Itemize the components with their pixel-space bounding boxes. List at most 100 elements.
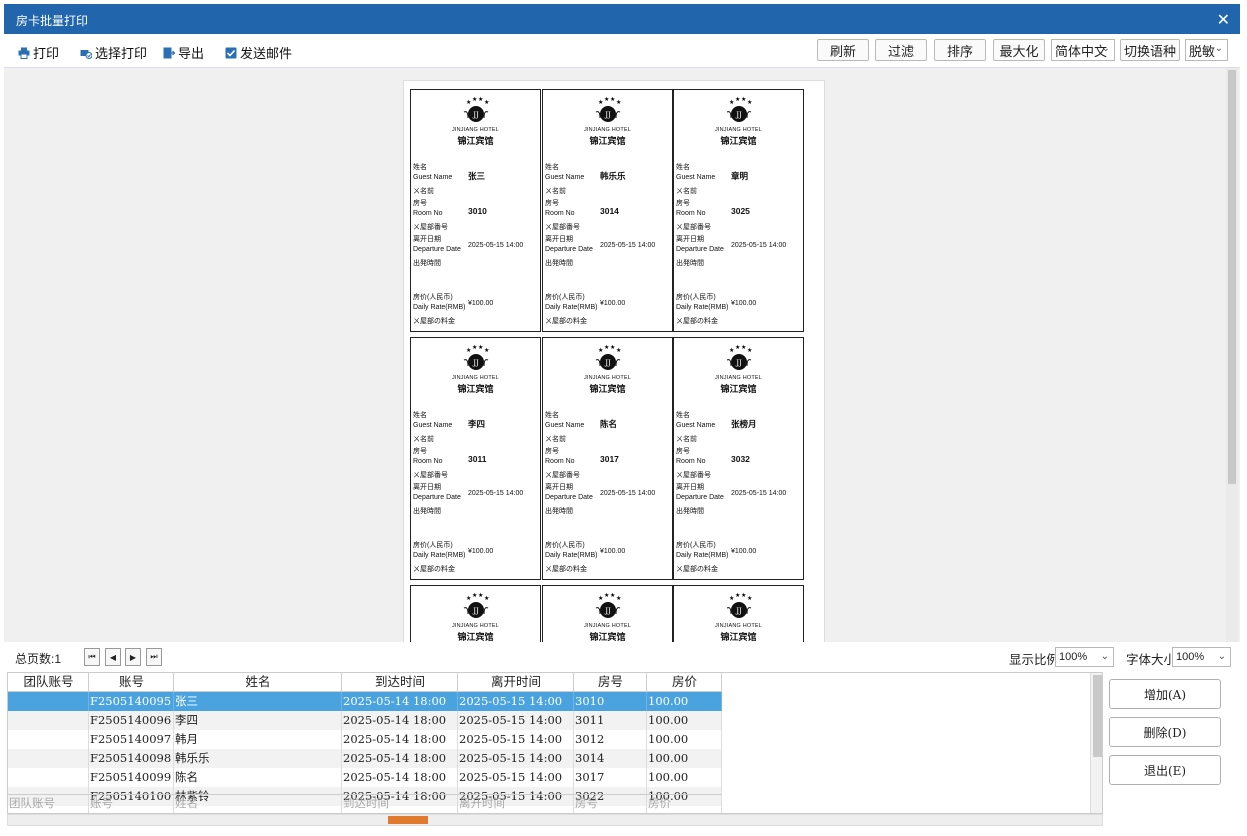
svg-text:★: ★ xyxy=(747,595,752,602)
maximize-button[interactable]: 最大化 xyxy=(993,39,1045,61)
svg-text:★: ★ xyxy=(729,99,734,106)
add-button[interactable]: 增加(A) xyxy=(1109,679,1221,709)
table-row-cell: 陈名 xyxy=(174,768,342,787)
refresh-button[interactable]: 刷新 xyxy=(817,39,869,61)
delete-button[interactable]: 删除(D) xyxy=(1109,717,1221,747)
last-page-button[interactable]: ⏭ xyxy=(146,648,162,666)
svg-text:★: ★ xyxy=(747,347,752,354)
send-mail-button[interactable]: 发送邮件 xyxy=(225,43,292,62)
table-row-cell: 100.00 xyxy=(647,768,722,787)
checkbox-checked-icon xyxy=(225,47,237,58)
card-rate: ¥100.00 xyxy=(731,548,757,555)
table-row[interactable]: F2505140099 陈名 2025-05-14 18:00 2025-05-15 … xyxy=(8,768,722,787)
card-label: Guest Name xyxy=(545,174,585,181)
card-label: 出発時間 xyxy=(545,508,573,515)
card-label: Daily Rate(RMB) xyxy=(676,304,729,311)
table-horizontal-scrollbar[interactable] xyxy=(7,814,1103,826)
page-bar: 总页数:1 ⏮ ◀ ▶ ⏭ 显示比例 100% ⌄ 字体大小 100% ⌄ xyxy=(4,642,1240,672)
table-row-cell: 2025-05-15 14:00 xyxy=(458,749,574,768)
table-row-cell: F2505140099 xyxy=(89,768,174,787)
table-header[interactable]: 团队账号 账号 姓名 到达时间 离开时间 房号 房价 xyxy=(8,673,722,692)
filter-button[interactable]: 过滤 xyxy=(875,39,927,61)
print-preview[interactable]: ★ ★ ★ ★ JJ JINJIANG HOTEL 锦江宾馆 姓名 Guest Name ㄨ名前房… xyxy=(4,68,1240,642)
sort-button[interactable]: 排序 xyxy=(934,39,986,61)
card-departure: 2025-05-15 14:00 xyxy=(600,490,656,497)
close-icon[interactable]: ✕ xyxy=(1217,10,1230,30)
table-row[interactable]: F2505140098 韩乐乐 2025-05-14 18:00 2025-05-15… xyxy=(8,749,722,768)
card-room: 3010 xyxy=(468,206,487,216)
card-label: Departure Date xyxy=(545,246,593,253)
svg-text:★: ★ xyxy=(472,344,477,351)
table-row-cell: 3010 xyxy=(574,692,647,711)
filter-row-cell: 团队账号 xyxy=(8,794,89,813)
printer-icon xyxy=(18,47,30,59)
card-label: Daily Rate(RMB) xyxy=(676,552,729,559)
mask-select[interactable]: 脱敏 ⌄ xyxy=(1185,39,1228,61)
scrollbar-thumb[interactable] xyxy=(1093,675,1102,757)
room-card-table[interactable]: 团队账号 账号 姓名 到达时间 离开时间 房号 房价 F2505140095 张三 2025-05… xyxy=(7,672,1103,814)
room-card: ★★★★JJJINJIANG HOTEL锦江宾馆姓名Guest Nameㄨ名前房… xyxy=(673,89,804,332)
chevron-down-icon: ⌄ xyxy=(1214,43,1223,54)
filter-row-cell: 到达时间 xyxy=(342,794,458,813)
table-row-cell: 韩月 xyxy=(174,730,342,749)
filter-row-cell: 账号 xyxy=(89,794,174,813)
hotel-logo: ★ ★ ★ ★ JJ JINJIANG HOTEL 锦江宾馆 xyxy=(674,96,803,147)
logo-english: JINJIANG HOTEL xyxy=(451,127,500,133)
preview-scrollbar[interactable] xyxy=(1226,68,1238,642)
table-scrollbar[interactable] xyxy=(1090,673,1102,813)
room-card: ★★★★JJJINJIANG HOTEL锦江宾馆姓名Guest Nameㄨ名前房… xyxy=(542,585,673,642)
table-row[interactable]: F2505140097 韩月 2025-05-14 18:00 2025-05-15 … xyxy=(8,730,722,749)
next-page-button[interactable]: ▶ xyxy=(125,648,141,666)
table-row-cell: 100.00 xyxy=(647,730,722,749)
zoom-select[interactable]: 100% ⌄ xyxy=(1055,647,1114,667)
filter-row-cell: 姓名 xyxy=(174,794,342,813)
table-row[interactable]: F2505140096 李四 2025-05-14 18:00 2025-05-15 … xyxy=(8,711,722,730)
svg-text:★: ★ xyxy=(729,347,734,354)
logo-chinese: 锦江宾馆 xyxy=(589,136,626,146)
room-card: ★★★★JJJINJIANG HOTEL锦江宾馆姓名Guest Nameㄨ名前房… xyxy=(410,585,541,642)
filter-row[interactable]: 团队账号 账号 姓名 到达时间 离开时间 房号 房价 xyxy=(8,794,722,813)
exit-button[interactable]: 退出(E) xyxy=(1109,755,1221,785)
card-label: ㄨ屋部番号 xyxy=(545,472,580,479)
table-row-cell: F2505140097 xyxy=(89,730,174,749)
svg-text:★: ★ xyxy=(484,347,489,354)
card-departure: 2025-05-15 14:00 xyxy=(468,242,524,249)
table-row-cell: 100.00 xyxy=(647,749,722,768)
hotel-logo: ★ ★ ★ ★ JJ JINJIANG HOTEL 锦江宾馆 xyxy=(543,344,672,395)
switch-language-button[interactable]: 切换语种 xyxy=(1120,39,1180,61)
table-row[interactable]: F2505140095 张三 2025-05-14 18:00 2025-05-15 … xyxy=(8,692,722,711)
card-label: Room No xyxy=(545,458,575,465)
logo-english: JINJIANG HOTEL xyxy=(583,375,632,381)
table-row-cell: F2505140098 xyxy=(89,749,174,768)
table-row-cell: 100.00 xyxy=(647,711,722,730)
scrollbar-thumb[interactable] xyxy=(1228,70,1236,484)
language-select[interactable]: 简体中文 ⌄ xyxy=(1051,39,1115,61)
svg-text:★: ★ xyxy=(598,99,603,106)
first-page-button[interactable]: ⏮ xyxy=(84,648,100,666)
card-label: ㄨ屋部の料金 xyxy=(545,566,587,573)
card-room: 3011 xyxy=(468,454,487,464)
export-button[interactable]: 导出 xyxy=(163,43,204,62)
chevron-down-icon: ⌄ xyxy=(1217,651,1226,662)
table-header-cell: 房号 xyxy=(574,673,647,692)
svg-text:★: ★ xyxy=(610,344,615,351)
room-card: ★★★★JJJINJIANG HOTEL锦江宾馆姓名Guest Nameㄨ名前房… xyxy=(673,337,804,580)
svg-text:★: ★ xyxy=(741,592,746,599)
scrollbar-thumb[interactable] xyxy=(388,816,428,824)
card-name: 张榜月 xyxy=(731,419,757,429)
table-row-cell: 2025-05-14 18:00 xyxy=(342,730,458,749)
logo-english: JINJIANG HOTEL xyxy=(583,127,632,133)
card-room: 3014 xyxy=(600,206,619,216)
table-row-cell: F2505140095 xyxy=(89,692,174,711)
print-button[interactable]: 打印 xyxy=(18,43,59,62)
card-label: 离开日期 xyxy=(545,484,573,491)
prev-page-button[interactable]: ◀ xyxy=(105,648,121,666)
hotel-logo: ★ ★ ★ ★ JJ JINJIANG HOTEL 锦江宾馆 xyxy=(411,96,540,147)
card-label: 姓名 xyxy=(413,412,427,419)
card-label: Departure Date xyxy=(413,494,461,501)
svg-text:★: ★ xyxy=(598,595,603,602)
card-label: 房号 xyxy=(413,448,427,455)
select-print-button[interactable]: 选择打印 xyxy=(80,43,147,62)
card-label: 出発時間 xyxy=(676,260,704,267)
font-size-select[interactable]: 100% ⌄ xyxy=(1172,647,1231,667)
